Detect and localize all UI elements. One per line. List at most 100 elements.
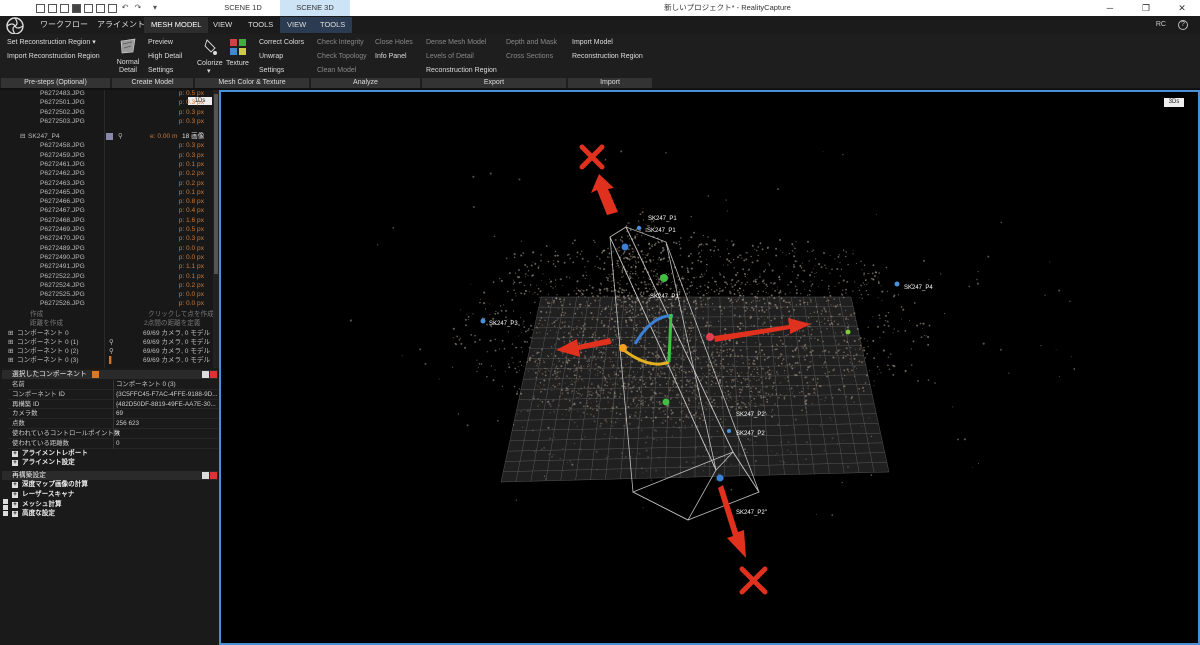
collapse-icon[interactable]: ⊟ — [20, 132, 26, 141]
correct-colors-button[interactable]: Correct Colors — [259, 38, 304, 47]
check-integrity-button[interactable]: Check Integrity — [317, 38, 364, 47]
preview-button[interactable]: Preview — [148, 38, 173, 47]
minimize-icon[interactable]: ─ — [1092, 0, 1128, 16]
texture-button[interactable]: Texture — [226, 59, 249, 68]
gizmo-z-handle-icon[interactable] — [706, 333, 714, 341]
list-item[interactable]: P6272470.JPG p: 0.3 px — [0, 234, 212, 243]
create-distance-row[interactable]: 距離を作成 2点間の距離を定義 — [0, 319, 212, 328]
colorize-dropdown-icon[interactable]: ▾ — [207, 67, 211, 76]
export-reconstruction-region-button[interactable]: Reconstruction Region — [426, 66, 497, 75]
gizmo-y-handle-icon[interactable] — [660, 274, 668, 282]
list-item[interactable]: P6272468.JPG p: 1.6 px — [0, 216, 212, 225]
list-item[interactable]: P6272462.JPG p: 0.2 px — [0, 169, 212, 178]
list-item[interactable]: P6272461.JPG p: 0.1 px — [0, 160, 212, 169]
maximize-icon[interactable]: ❐ — [1128, 0, 1164, 16]
section-laser-scanner[interactable]: + レーザースキャナ — [8, 490, 218, 500]
panel-float-icon[interactable] — [202, 472, 209, 479]
list-item[interactable]: P6272467.JPG p: 0.4 px — [0, 206, 212, 215]
check-topology-button[interactable]: Check Topology — [317, 52, 367, 61]
unwrap-button[interactable]: Unwrap — [259, 52, 283, 61]
gizmo-top-handle-icon[interactable] — [621, 243, 629, 251]
expand-icon[interactable]: ⊞ — [8, 347, 14, 356]
expand-icon[interactable]: + — [12, 460, 18, 467]
panel-close-icon[interactable] — [210, 371, 217, 378]
control-point-icon[interactable] — [894, 281, 900, 287]
close-holes-button[interactable]: Close Holes — [375, 38, 413, 47]
tab-mesh-model[interactable]: MESH MODEL — [144, 17, 209, 33]
tab-tools-3d[interactable]: TOOLS — [313, 17, 353, 33]
list-item[interactable]: P6272524.JPG p: 0.2 px — [0, 281, 212, 290]
scrollbar-thumb[interactable] — [214, 94, 218, 274]
tab-scene-3d[interactable]: SCENE 3D — [280, 0, 350, 16]
prop-value[interactable]: {3C5FFC45-F7AC-4FFE-9188-9D... — [116, 390, 218, 400]
import-model-button[interactable]: Import Model — [572, 38, 613, 47]
section-depth-map[interactable]: + 深度マップ画像の計算 — [8, 480, 218, 490]
import-reconstruction-region-ribbon-button[interactable]: Reconstruction Region — [572, 52, 643, 61]
list-item[interactable]: P6272525.JPG p: 0.0 px — [0, 290, 212, 299]
control-point-icon[interactable] — [845, 329, 851, 335]
group-item-sk247-p4[interactable]: ⊟ SK247_P4 ⚲ e: 0.00 m 18 画像 — [0, 132, 212, 141]
expand-icon[interactable]: ⊞ — [8, 356, 14, 365]
expand-icon[interactable]: ⊞ — [8, 338, 14, 347]
expand-icon[interactable] — [3, 511, 8, 516]
component-item[interactable]: ⊞ コンポーネント 0 69/69 カメラ, 0 モデル — [0, 329, 212, 338]
list-item[interactable]: P6272459.JPG p: 0.3 px — [0, 151, 212, 160]
section-advanced[interactable]: + 高度な設定 — [8, 509, 218, 519]
list-item[interactable]: P6272465.JPG p: 0.1 px — [0, 188, 212, 197]
info-panel-button[interactable]: Info Panel — [375, 52, 407, 61]
list-item[interactable]: P6272490.JPG p: 0.0 px — [0, 253, 212, 262]
export-depth-mask-button[interactable]: Depth and Mask — [506, 38, 557, 47]
menu-workflow[interactable]: ワークフロー — [40, 16, 88, 34]
texture-icon[interactable] — [229, 38, 247, 56]
expand-icon[interactable]: + — [12, 491, 18, 498]
gizmo-bottom-handle-icon[interactable] — [716, 474, 724, 482]
list-item[interactable]: P6272491.JPG p: 1.1 px — [0, 262, 212, 271]
create-settings-button[interactable]: Settings — [148, 66, 173, 75]
prop-value[interactable]: {482D50DF-8819-49FE-AA7E-30... — [116, 400, 218, 410]
list-item[interactable]: P6272522.JPG p: 0.1 px — [0, 272, 212, 281]
component-item[interactable]: ⊞ コンポーネント 0 (2) ⚲ 69/69 カメラ, 0 モデル — [0, 347, 212, 356]
control-point-icon[interactable] — [727, 429, 731, 433]
list-item[interactable]: P6272469.JPG p: 0.5 px — [0, 225, 212, 234]
prop-value[interactable]: 256 623 — [116, 419, 218, 429]
expand-icon[interactable]: + — [12, 511, 18, 518]
help-icon[interactable]: ? — [1178, 20, 1188, 30]
tab-view-3d[interactable]: VIEW — [280, 17, 314, 33]
list-item[interactable]: P6272502.JPG p: 0.3 px — [0, 108, 212, 117]
list-item[interactable]: P6272501.JPG p: 0.3 px — [0, 98, 212, 107]
tab-scene-1d[interactable]: SCENE 1D — [210, 0, 276, 16]
list-item[interactable]: P6272483.JPG p: 0.5 px — [0, 90, 212, 98]
export-dense-mesh-button[interactable]: Dense Mesh Model — [426, 38, 486, 47]
menu-alignment[interactable]: アライメント — [97, 16, 145, 34]
create-point-row[interactable]: 作成 クリックして点を作成 — [0, 310, 214, 319]
prop-value[interactable]: 4 — [116, 429, 218, 439]
prop-value[interactable]: 69 — [116, 409, 218, 419]
list-item[interactable]: P6272466.JPG p: 0.8 px — [0, 197, 212, 206]
colorize-icon[interactable] — [203, 38, 219, 56]
list-item[interactable]: P6272526.JPG p: 0.0 px — [0, 299, 212, 308]
high-detail-button[interactable]: High Detail — [148, 52, 182, 61]
close-icon[interactable]: ✕ — [1164, 0, 1200, 16]
expand-icon[interactable] — [3, 499, 8, 504]
panel-close-icon[interactable] — [210, 472, 217, 479]
list-item[interactable]: P6272458.JPG p: 0.3 px — [0, 141, 212, 150]
export-levels-of-detail-button[interactable]: Levels of Detail — [426, 52, 474, 61]
list-item[interactable]: P6272463.JPG p: 0.2 px — [0, 179, 212, 188]
normal-detail-icon[interactable] — [119, 38, 137, 54]
prop-value[interactable]: コンポーネント 0 (3) — [116, 380, 218, 390]
component-item[interactable]: ⊞ コンポーネント 0 (3) ▌ 69/69 カメラ, 0 モデル — [0, 356, 212, 365]
gizmo-y-low-handle-icon[interactable] — [662, 398, 670, 406]
panel-float-icon[interactable] — [202, 371, 209, 378]
texture-settings-button[interactable]: Settings — [259, 66, 284, 75]
set-reconstruction-region-button[interactable]: Set Reconstruction Region ▾ — [7, 38, 96, 47]
tab-tools[interactable]: TOOLS — [241, 17, 280, 33]
control-point-icon[interactable] — [480, 318, 486, 324]
tab-view[interactable]: VIEW — [206, 17, 239, 33]
expand-icon[interactable]: ⊞ — [8, 329, 14, 338]
list-item[interactable]: P6272489.JPG p: 0.0 px — [0, 244, 212, 253]
expand-icon[interactable]: + — [12, 501, 18, 508]
clean-model-button[interactable]: Clean Model — [317, 66, 356, 75]
control-point-icon[interactable] — [636, 225, 642, 231]
section-mesh-calc[interactable]: + メッシュ計算 — [8, 500, 218, 510]
export-cross-sections-button[interactable]: Cross Sections — [506, 52, 553, 61]
